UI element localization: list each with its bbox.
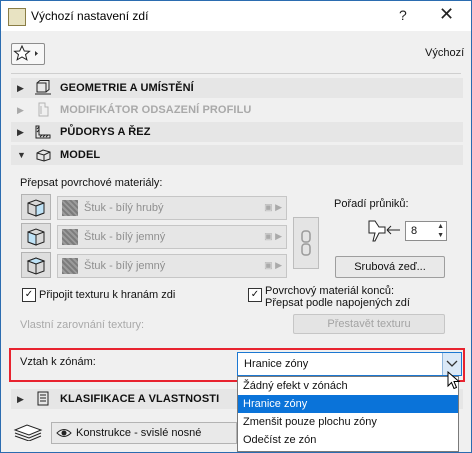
favorites-button[interactable] bbox=[11, 43, 45, 65]
profile-icon bbox=[38, 102, 49, 117]
expand-icon: ▶ bbox=[17, 83, 24, 93]
wall-side-icon bbox=[27, 199, 45, 217]
divider bbox=[11, 73, 461, 74]
material-name: Štuk - bílý jemný bbox=[84, 231, 166, 243]
eye-icon bbox=[56, 429, 72, 437]
attach-texture-checkbox[interactable]: ✓ bbox=[22, 288, 36, 302]
geometry-icon bbox=[35, 80, 51, 95]
material-swatch bbox=[62, 200, 78, 216]
expand-icon: ▶ bbox=[17, 127, 24, 137]
star-icon bbox=[13, 44, 38, 61]
end-material-checkbox[interactable]: ✓ bbox=[248, 288, 262, 302]
zone-relation-value: Hranice zóny bbox=[244, 358, 309, 370]
override-material-toggle[interactable] bbox=[21, 223, 51, 249]
expand-icon: ▶ bbox=[17, 394, 24, 404]
layer-name: Konstrukce - svislé nosné bbox=[76, 427, 202, 439]
material-name: Štuk - bílý jemný bbox=[84, 260, 166, 272]
expand-icon: ▶ bbox=[17, 105, 24, 115]
section-label: MODEL bbox=[60, 149, 101, 161]
classification-icon bbox=[37, 391, 49, 406]
material-field: Štuk - bílý jemný ▣ ▶ bbox=[57, 225, 287, 249]
section-label: KLASIFIKACE A VLASTNOSTI bbox=[60, 393, 220, 405]
intersection-priority-input[interactable]: 8 ▲ ▼ bbox=[405, 221, 447, 241]
reset-texture-button[interactable]: Přestavět texturu bbox=[293, 314, 445, 334]
zone-relation-options: Žádný efekt v zónách Hranice zóny Zmenši… bbox=[237, 376, 459, 452]
collapse-icon: ▼ bbox=[17, 150, 26, 160]
zone-option[interactable]: Zmenšit pouze plochu zóny bbox=[238, 413, 458, 431]
zone-option-selected[interactable]: Hranice zóny bbox=[238, 395, 458, 413]
intersection-priority-value: 8 bbox=[411, 225, 418, 237]
material-swatch bbox=[62, 258, 78, 274]
section-label: PŮDORYS A ŘEZ bbox=[60, 126, 151, 138]
material-field: Štuk - bílý jemný ▣ ▶ bbox=[57, 254, 287, 278]
attach-texture-label: Připojit texturu k hranám zdi bbox=[39, 289, 176, 301]
material-menu-icon: ▣ ▶ bbox=[264, 231, 282, 241]
material-menu-icon: ▣ ▶ bbox=[264, 202, 282, 212]
end-material-sublabel: Přepsat podle napojených zdí bbox=[265, 297, 410, 309]
material-menu-icon: ▣ ▶ bbox=[264, 260, 282, 270]
section-profile-modifier: ▶ MODIFIKÁTOR ODSAZENÍ PROFILU bbox=[11, 100, 463, 120]
window-title: Výchozí nastavení zdí bbox=[31, 9, 149, 23]
intersection-priority-label: Pořadí průniků: bbox=[334, 198, 409, 210]
title-bar: Výchozí nastavení zdí ? ✕ bbox=[1, 1, 471, 31]
zone-relation-dropdown[interactable]: Hranice zóny bbox=[237, 352, 462, 376]
zone-relation-label: Vztah k zónám: bbox=[20, 356, 96, 368]
model-icon bbox=[36, 149, 51, 162]
section-model[interactable]: ▼ MODEL bbox=[11, 145, 463, 165]
override-material-toggle[interactable] bbox=[21, 252, 51, 278]
spinner-arrows-icon[interactable]: ▲ ▼ bbox=[437, 222, 444, 240]
chain-icon bbox=[301, 230, 311, 256]
custom-texture-alignment-label: Vlastní zarovnání textury: bbox=[20, 319, 145, 331]
wall-inner-icon bbox=[26, 257, 46, 275]
floorplan-icon bbox=[35, 125, 51, 139]
material-field: Štuk - bílý hrubý ▣ ▶ bbox=[57, 196, 287, 220]
material-name: Štuk - bílý hrubý bbox=[84, 202, 164, 214]
override-materials-label: Přepsat povrchové materiály: bbox=[20, 177, 163, 189]
section-label: GEOMETRIE A UMÍSTĚNÍ bbox=[60, 82, 194, 94]
end-material-label: Povrchový materiál konců: bbox=[265, 285, 394, 297]
help-button[interactable]: ? bbox=[399, 7, 407, 23]
wall-edge-icon bbox=[27, 228, 45, 246]
zone-option[interactable]: Odečíst ze zón bbox=[238, 431, 458, 449]
layers-icon bbox=[13, 424, 43, 441]
zone-option[interactable]: Žádný efekt v zónách bbox=[238, 377, 458, 395]
layer-selector[interactable]: Konstrukce - svislé nosné bbox=[51, 422, 237, 444]
log-wall-button[interactable]: Srubová zeď... bbox=[335, 256, 445, 278]
material-swatch bbox=[62, 229, 78, 245]
mouse-cursor-icon bbox=[447, 371, 461, 390]
default-preset-label: Výchozí bbox=[425, 47, 465, 59]
app-icon bbox=[8, 8, 26, 26]
section-geometry[interactable]: ▶ GEOMETRIE A UMÍSTĚNÍ bbox=[11, 78, 463, 98]
link-materials-button[interactable] bbox=[293, 217, 319, 269]
intersection-priority-icon bbox=[368, 220, 400, 242]
section-floorplan[interactable]: ▶ PŮDORYS A ŘEZ bbox=[11, 122, 463, 142]
close-button[interactable]: ✕ bbox=[439, 4, 454, 25]
dialog-window: Výchozí nastavení zdí ? ✕ Výchozí ▶ GEOM… bbox=[0, 0, 472, 453]
override-material-toggle[interactable] bbox=[21, 194, 51, 220]
section-label: MODIFIKÁTOR ODSAZENÍ PROFILU bbox=[60, 104, 252, 116]
